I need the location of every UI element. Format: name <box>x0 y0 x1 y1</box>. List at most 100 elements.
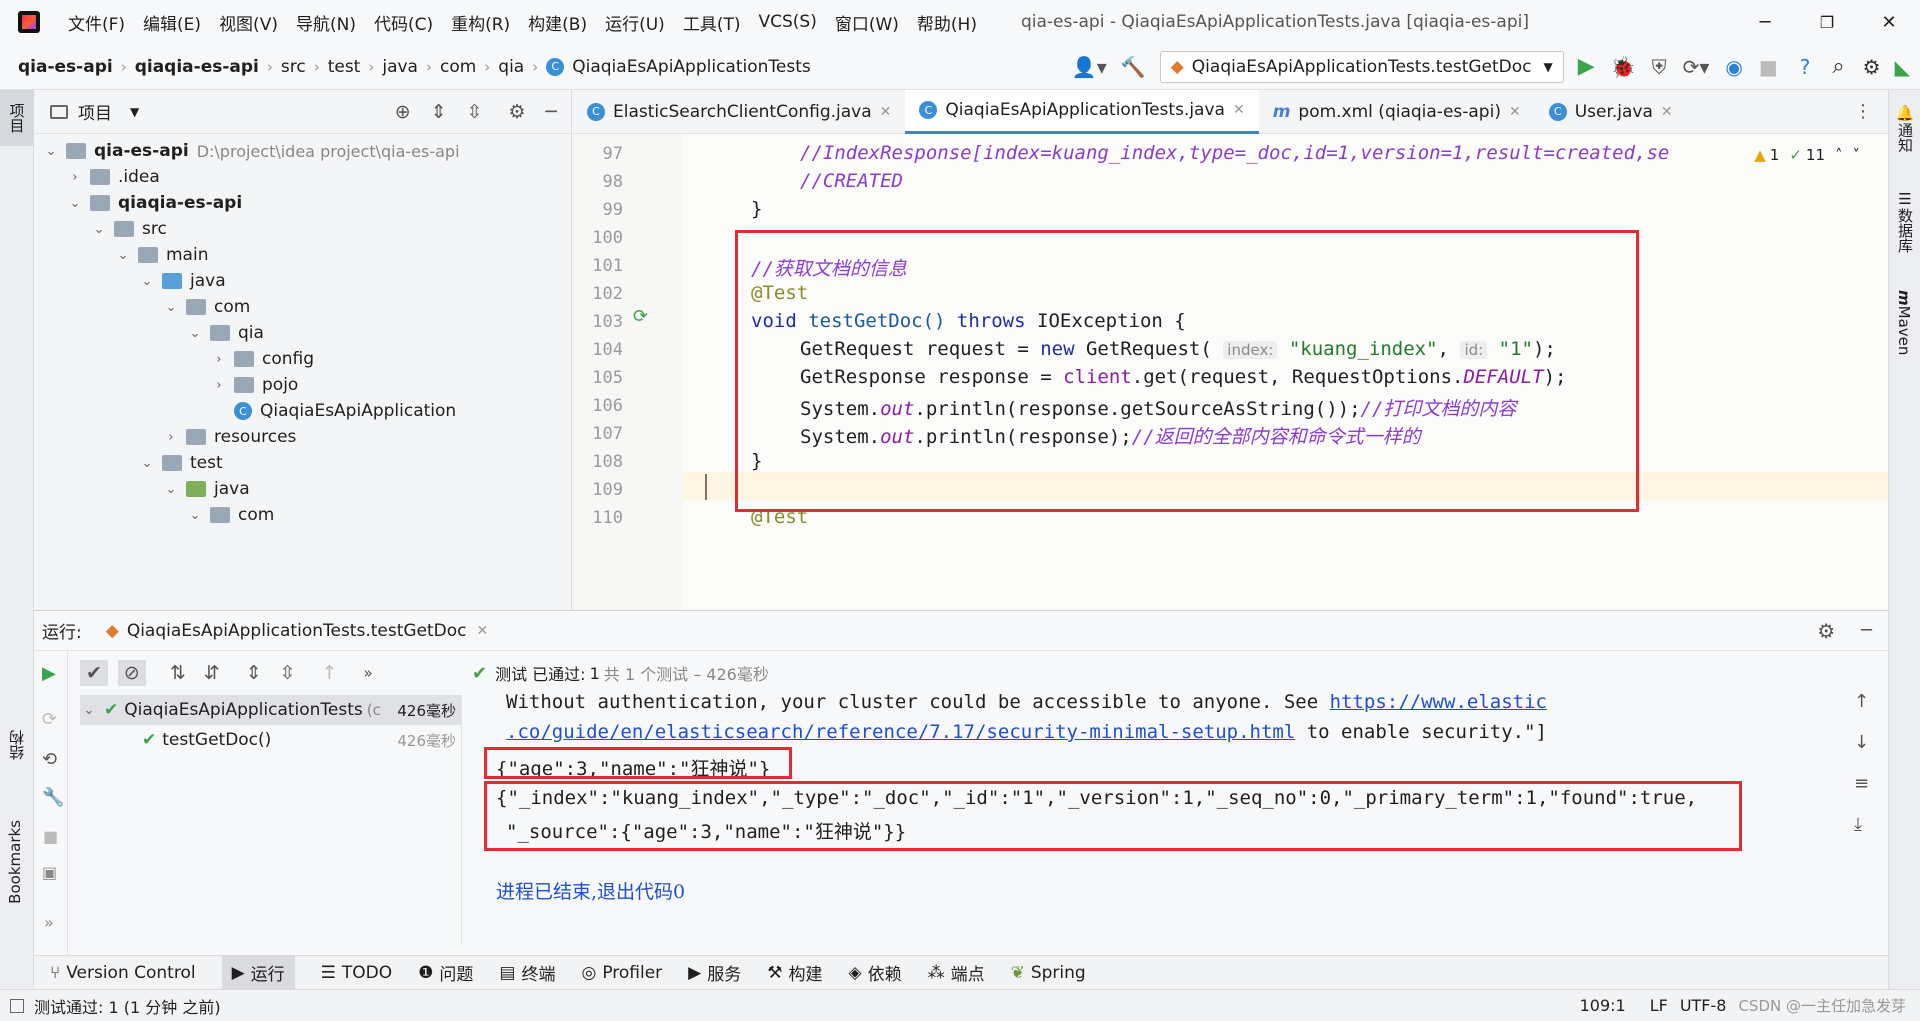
update-icon[interactable]: ◉ <box>1725 55 1742 79</box>
tool-profiler[interactable]: ◎ Profiler <box>581 963 662 983</box>
test-case-row[interactable]: ✔ testGetDoc() 426毫秒 <box>80 725 462 755</box>
gear-icon[interactable]: ⚙ <box>1817 619 1835 643</box>
menu-view[interactable]: 视图(V) <box>219 10 278 35</box>
run-icon[interactable]: ▶ <box>1578 54 1595 79</box>
restore-icon[interactable]: ❐ <box>1796 13 1858 32</box>
caret-position[interactable]: 109:1 <box>1580 996 1626 1015</box>
settings-icon[interactable]: ⚙ <box>1863 55 1881 79</box>
more-icon[interactable]: » <box>44 913 54 932</box>
inspection-widget[interactable]: ▲ 1 ✓ 11 ˄ ˅ <box>1754 146 1860 164</box>
plugin-icon[interactable]: ◣ <box>1895 55 1910 79</box>
menu-navigate[interactable]: 导航(N) <box>296 10 356 35</box>
rerun-failed-icon[interactable]: ⟳ <box>42 709 57 730</box>
menu-build[interactable]: 构建(B) <box>528 10 587 35</box>
menu-refactor[interactable]: 重构(R) <box>451 10 510 35</box>
collapse-all-icon[interactable]: ⇳ <box>280 662 296 684</box>
chevron-down-icon[interactable]: ˅ <box>1853 146 1861 164</box>
breadcrumb-item[interactable]: qiaqia-es-api <box>135 57 259 77</box>
debug-icon[interactable]: 🐞 <box>1611 55 1636 79</box>
rerun-icon[interactable]: ▶ <box>42 663 56 684</box>
code-area[interactable]: //IndexResponse[index=kuang_index,type=_… <box>573 134 1888 610</box>
tab-user[interactable]: C User.java ✕ <box>1535 90 1687 134</box>
arrow-up-icon[interactable]: ↑ <box>322 662 338 684</box>
more-tabs-icon[interactable]: ⋮ <box>1854 101 1872 122</box>
run-config-select[interactable]: ◆ QiaqiaEsApiApplicationTests.testGetDoc… <box>1159 50 1564 83</box>
tree-item-test-com[interactable]: ⌄ com <box>186 500 275 530</box>
menu-window[interactable]: 窗口(W) <box>835 10 899 35</box>
profile-icon[interactable]: ⟳▾ <box>1683 55 1710 79</box>
locate-icon[interactable]: ⊕ <box>395 101 411 123</box>
arrow-down-icon[interactable]: ↓ <box>1854 732 1880 753</box>
notifications-tool-button[interactable]: 🔔通知 <box>1895 104 1916 152</box>
menu-help[interactable]: 帮助(H) <box>917 10 977 35</box>
gear-icon[interactable]: ⚙ <box>509 101 526 123</box>
maven-tool-button[interactable]: mMaven <box>1895 290 1913 355</box>
tool-problems[interactable]: ❶ 问题 <box>418 960 473 986</box>
arrow-up-icon[interactable]: ↑ <box>1854 691 1880 712</box>
more-icon[interactable]: » <box>363 664 372 682</box>
chevron-down-icon[interactable]: ▼ <box>130 105 139 119</box>
menu-edit[interactable]: 编辑(E) <box>143 10 201 35</box>
close-tab-icon[interactable]: ✕ <box>880 104 892 120</box>
console-link[interactable]: .co/guide/en/elasticsearch/reference/7.1… <box>506 721 1295 743</box>
close-tab-icon[interactable]: ✕ <box>477 623 489 639</box>
tool-version-control[interactable]: ⑂ Version Control <box>50 963 196 983</box>
project-panel-title[interactable]: 项目 <box>78 99 112 124</box>
close-tab-icon[interactable]: ✕ <box>1661 104 1673 120</box>
tab-pom[interactable]: m pom.xml (qiaqia-es-api) ✕ <box>1259 90 1535 134</box>
close-window-icon[interactable]: ✕ <box>1858 12 1920 33</box>
console-output[interactable]: Without authentication, your cluster cou… <box>472 691 1872 956</box>
test-suite-row[interactable]: ⌄ ✔ QiaqiaEsApiApplicationTests (c 426毫秒 <box>80 695 462 725</box>
breadcrumb-item[interactable]: test <box>328 57 361 77</box>
hide-icon[interactable]: ─ <box>546 101 557 123</box>
close-tab-icon[interactable]: ✕ <box>1509 104 1521 120</box>
breadcrumb-item[interactable]: src <box>281 57 306 77</box>
tool-run[interactable]: ▶ 运行 <box>221 956 295 989</box>
project-tool-button[interactable]: 项目 <box>0 90 34 146</box>
hide-icon[interactable]: ─ <box>1861 620 1872 641</box>
tool-dependencies[interactable]: ◈ 依赖 <box>849 960 902 986</box>
menu-vcs[interactable]: VCS(S) <box>758 12 816 32</box>
breadcrumb-item[interactable]: java <box>382 57 418 77</box>
breadcrumb-item[interactable]: QiaqiaEsApiApplicationTests <box>572 57 811 77</box>
run-tab-label[interactable]: QiaqiaEsApiApplicationTests.testGetDoc <box>127 621 467 641</box>
close-tab-icon[interactable]: ✕ <box>1233 102 1245 118</box>
tool-build[interactable]: ⚒ 构建 <box>767 960 822 986</box>
console-link[interactable]: https://www.elastic <box>1330 691 1547 713</box>
bookmarks-tool-button[interactable]: Bookmarks <box>6 820 24 904</box>
sort-alpha-icon[interactable]: ⇅ <box>170 662 186 684</box>
tool-spring[interactable]: ❦ Spring <box>1011 963 1086 983</box>
tab-application-tests[interactable]: C QiaqiaEsApiApplicationTests.java ✕ <box>905 89 1259 134</box>
show-ignored-icon[interactable]: ⊘ <box>117 660 146 686</box>
soft-wrap-icon[interactable]: ≡ <box>1854 773 1880 794</box>
expand-all-icon[interactable]: ⇕ <box>431 101 447 123</box>
file-encoding[interactable]: UTF-8 <box>1680 996 1727 1015</box>
menu-tools[interactable]: 工具(T) <box>683 10 741 35</box>
user-icon[interactable]: 👤▾ <box>1072 55 1107 79</box>
menu-run[interactable]: 运行(U) <box>605 10 665 35</box>
tool-todo[interactable]: ☰ TODO <box>321 963 393 983</box>
structure-tool-button[interactable]: 结构 <box>6 730 27 760</box>
build-hammer-icon[interactable]: 🔨 <box>1121 55 1146 79</box>
minimize-icon[interactable]: ─ <box>1734 12 1796 33</box>
tool-terminal[interactable]: ▤ 终端 <box>499 960 555 986</box>
menu-file[interactable]: 文件(F) <box>68 10 125 35</box>
breadcrumb-item[interactable]: qia-es-api <box>18 57 113 77</box>
stop-icon[interactable]: ■ <box>43 827 58 846</box>
search-icon[interactable]: ⌕ <box>1832 54 1844 79</box>
show-passed-icon[interactable]: ✔ <box>80 660 108 686</box>
scroll-to-end-icon[interactable]: ⤓ <box>1854 814 1880 835</box>
collapse-all-icon[interactable]: ⇳ <box>467 101 483 123</box>
tool-services[interactable]: ▶ 服务 <box>688 960 741 986</box>
coverage-icon[interactable]: ⛨ <box>1652 55 1667 79</box>
tool-endpoints[interactable]: ⁂ 端点 <box>928 960 985 986</box>
menu-code[interactable]: 代码(C) <box>374 10 433 35</box>
expand-all-icon[interactable]: ⇕ <box>246 662 262 684</box>
tab-elasticsearch-config[interactable]: C ElasticSearchClientConfig.java ✕ <box>573 90 905 134</box>
toggle-auto-test-icon[interactable]: ⟲ <box>42 749 57 770</box>
breadcrumb-item[interactable]: qia <box>498 57 524 77</box>
intellij-logo-icon[interactable] <box>18 11 40 33</box>
help-icon[interactable]: ? <box>1800 55 1811 79</box>
stop-icon[interactable]: ■ <box>1759 55 1778 79</box>
wrench-icon[interactable]: 🔧 <box>42 787 64 808</box>
